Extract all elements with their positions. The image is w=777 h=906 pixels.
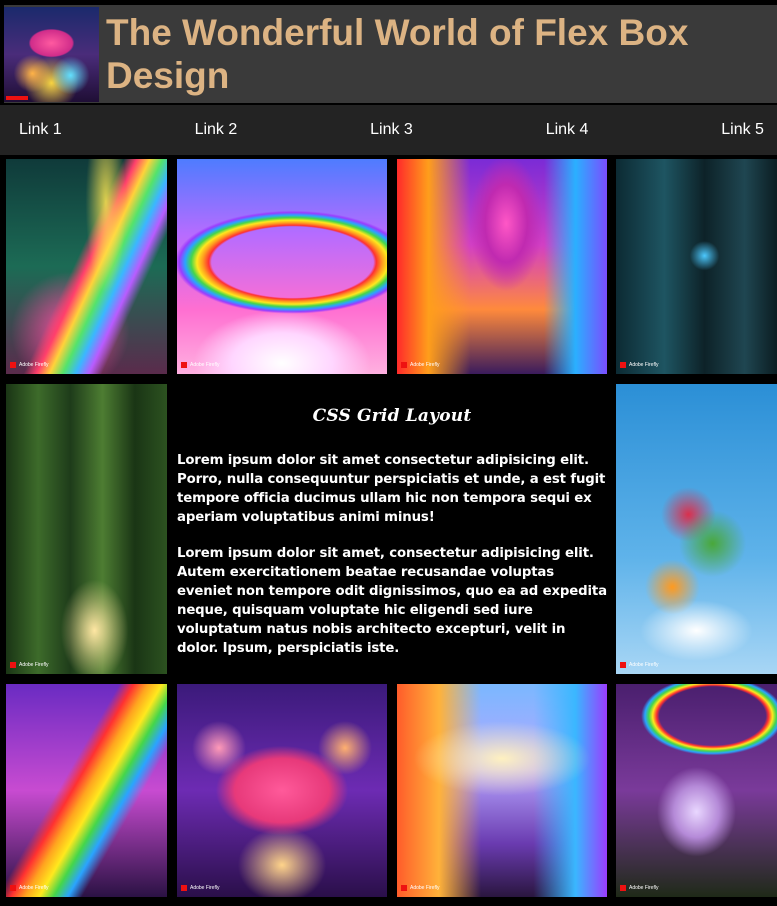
adobe-icon [620, 885, 626, 891]
badge-label: Adobe Firefly [19, 662, 49, 668]
adobe-firefly-badge: Adobe Firefly [620, 362, 658, 368]
badge-label: Adobe Firefly [629, 662, 659, 668]
adobe-firefly-badge: Adobe Firefly [10, 362, 48, 368]
misty-forest-image: Adobe Firefly [6, 384, 167, 674]
badge-label: Adobe Firefly [190, 885, 220, 891]
adobe-icon [620, 362, 626, 368]
nav-link-4[interactable]: Link 4 [546, 121, 589, 139]
fantasy-castle-image: Adobe Firefly [397, 684, 607, 897]
paragraph-2: Lorem ipsum dolor sit amet, consectetur … [177, 546, 607, 656]
adobe-icon [401, 362, 407, 368]
badge-label: Adobe Firefly [629, 362, 659, 368]
site-header: The Wonderful World of Flex Box Design [4, 5, 777, 103]
adobe-icon [10, 362, 16, 368]
page-title: The Wonderful World of Flex Box Design [106, 12, 689, 96]
adobe-icon [181, 885, 187, 891]
unicorn-forest-image: Adobe Firefly [616, 684, 777, 897]
adobe-icon [10, 662, 16, 668]
adobe-firefly-badge: Adobe Firefly [620, 662, 658, 668]
cyber-city-robot-image: Adobe Firefly [616, 159, 777, 374]
rainbow-forest-image: Adobe Firefly [6, 159, 167, 374]
badge-label: Adobe Firefly [410, 362, 440, 368]
adobe-icon [620, 662, 626, 668]
rainbow-city-image: Adobe Firefly [177, 159, 387, 374]
badge-label: Adobe Firefly [629, 885, 659, 891]
adobe-firefly-badge: Adobe Firefly [401, 885, 439, 891]
adobe-firefly-badge: Adobe Firefly [10, 885, 48, 891]
nav-link-1[interactable]: Link 1 [19, 121, 62, 139]
nav-link-3[interactable]: Link 3 [370, 121, 413, 139]
adobe-icon [10, 885, 16, 891]
rainbow-angel-image: Adobe Firefly [6, 684, 167, 897]
main-content: CSS Grid Layout Lorem ipsum dolor sit am… [177, 384, 607, 674]
badge-label: Adobe Firefly [410, 885, 440, 891]
main-nav: Link 1 Link 2 Link 3 Link 4 Link 5 [0, 105, 777, 155]
badge-label: Adobe Firefly [19, 362, 49, 368]
adobe-firefly-badge: Adobe Firefly [181, 885, 219, 891]
adobe-firefly-badge: Adobe Firefly [10, 662, 48, 668]
rainbow-spires-image: Adobe Firefly [397, 159, 607, 374]
adobe-icon [181, 362, 187, 368]
adobe-firefly-badge: Adobe Firefly [401, 362, 439, 368]
mushroom-logo-icon [4, 7, 99, 102]
adobe-icon [401, 885, 407, 891]
mushroom-house-image: Adobe Firefly [177, 684, 387, 897]
fruit-cloud-image: Adobe Firefly [616, 384, 777, 674]
adobe-firefly-badge: Adobe Firefly [181, 362, 219, 368]
adobe-firefly-badge: Adobe Firefly [620, 885, 658, 891]
badge-label: Adobe Firefly [190, 362, 220, 368]
nav-link-2[interactable]: Link 2 [195, 121, 238, 139]
page: The Wonderful World of Flex Box Design L… [0, 0, 777, 906]
badge-label: Adobe Firefly [19, 885, 49, 891]
paragraph-1: Lorem ipsum dolor sit amet consectetur a… [177, 453, 606, 525]
section-heading: CSS Grid Layout [312, 406, 472, 426]
nav-link-5[interactable]: Link 5 [721, 121, 764, 139]
